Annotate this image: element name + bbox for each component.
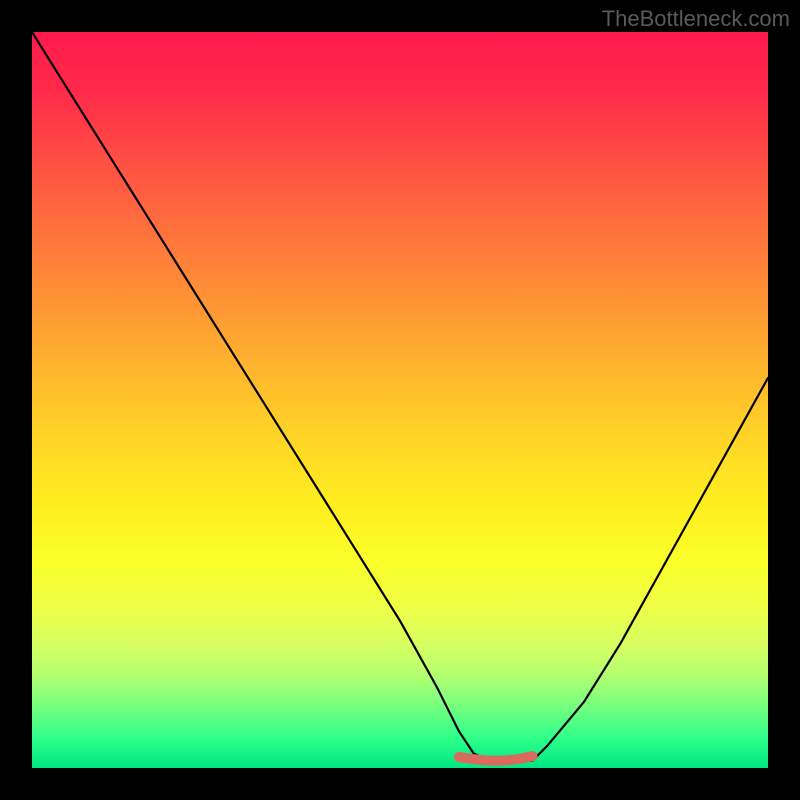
watermark-text: TheBottleneck.com [602, 6, 790, 32]
chart-area [32, 32, 768, 768]
sweet-spot-highlight [459, 756, 533, 760]
curve-overlay [32, 32, 768, 768]
bottleneck-curve [32, 32, 768, 761]
